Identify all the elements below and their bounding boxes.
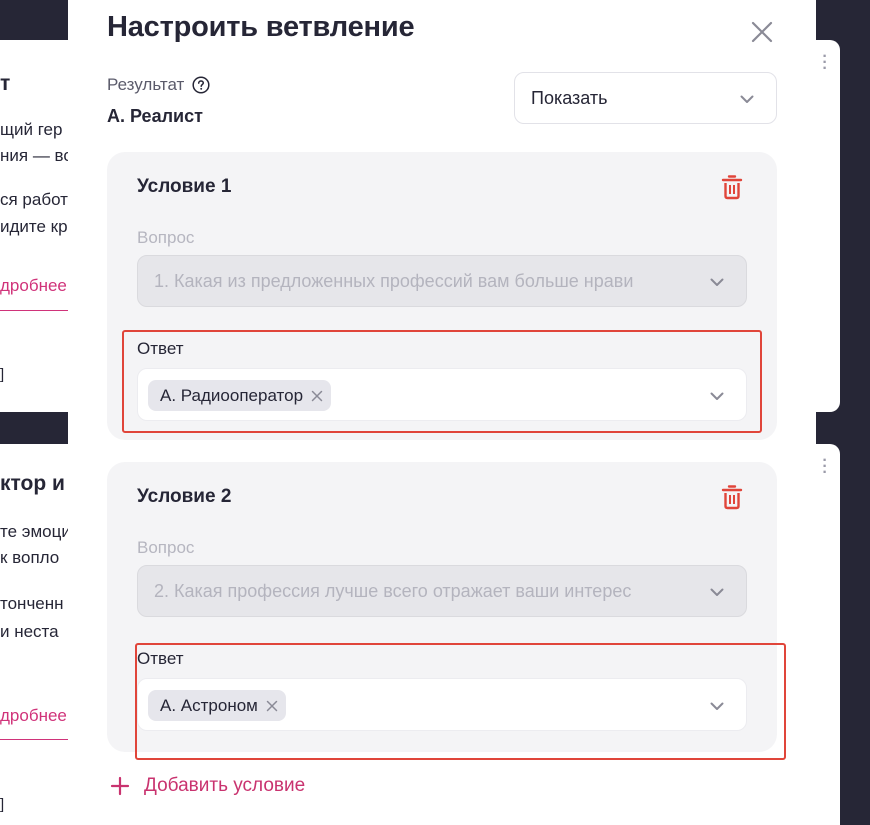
background-card-title: ктор и <box>0 472 65 495</box>
highlight-box <box>122 330 762 433</box>
background-card-bracket: ] <box>0 366 5 383</box>
question-select: 1. Какая из предложенных профессий вам б… <box>137 255 747 307</box>
background-card-more-link: дробнее <box>0 276 67 295</box>
add-condition-label: Добавить условие <box>144 775 306 796</box>
question-label: Вопрос <box>137 538 195 557</box>
question-circle-icon[interactable] <box>192 76 210 94</box>
trash-icon[interactable] <box>721 484 743 510</box>
trash-icon[interactable] <box>721 174 743 200</box>
add-condition-button[interactable]: Добавить условие <box>110 775 305 797</box>
question-select: 2. Какая профессия лучше всего отражает … <box>137 565 747 617</box>
highlight-box <box>135 643 786 760</box>
question-select-value: 2. Какая профессия лучше всего отражает … <box>154 580 632 601</box>
close-icon[interactable] <box>749 19 775 45</box>
chevron-down-icon <box>710 588 724 596</box>
result-label: Результат <box>107 75 210 95</box>
kebab-menu-icon: · · · <box>822 48 828 77</box>
kebab-menu-icon: · · · <box>822 452 828 481</box>
background-card-text: те эмоци <box>0 522 71 541</box>
result-value: А. Реалист <box>107 106 203 126</box>
condition-title: Условие 1 <box>137 176 232 197</box>
background-card-bracket: ] <box>0 796 5 813</box>
question-label: Вопрос <box>137 228 195 247</box>
modal-title: Настроить ветвление <box>107 11 415 43</box>
background-card-text: идите кр <box>0 217 68 236</box>
background-card-text: и неста <box>0 622 59 641</box>
background-card-more-link: дробнее <box>0 706 67 725</box>
background-card-divider <box>0 310 70 311</box>
condition-title: Условие 2 <box>137 486 232 507</box>
background-card-divider <box>0 739 70 740</box>
background-card-text: к вопло <box>0 548 60 567</box>
action-select[interactable]: Показать <box>514 72 777 124</box>
chevron-down-icon <box>710 278 724 286</box>
background-card-text: ся работа <box>0 190 78 209</box>
plus-icon <box>110 776 130 796</box>
action-select-value: Показать <box>531 87 608 108</box>
chevron-down-icon <box>740 95 754 103</box>
background-card-title: т <box>0 72 11 95</box>
result-label-text: Результат <box>107 75 185 94</box>
question-select-value: 1. Какая из предложенных профессий вам б… <box>154 270 634 291</box>
background-card-text: щий гер <box>0 120 63 139</box>
background-card-text: тонченн <box>0 594 64 613</box>
